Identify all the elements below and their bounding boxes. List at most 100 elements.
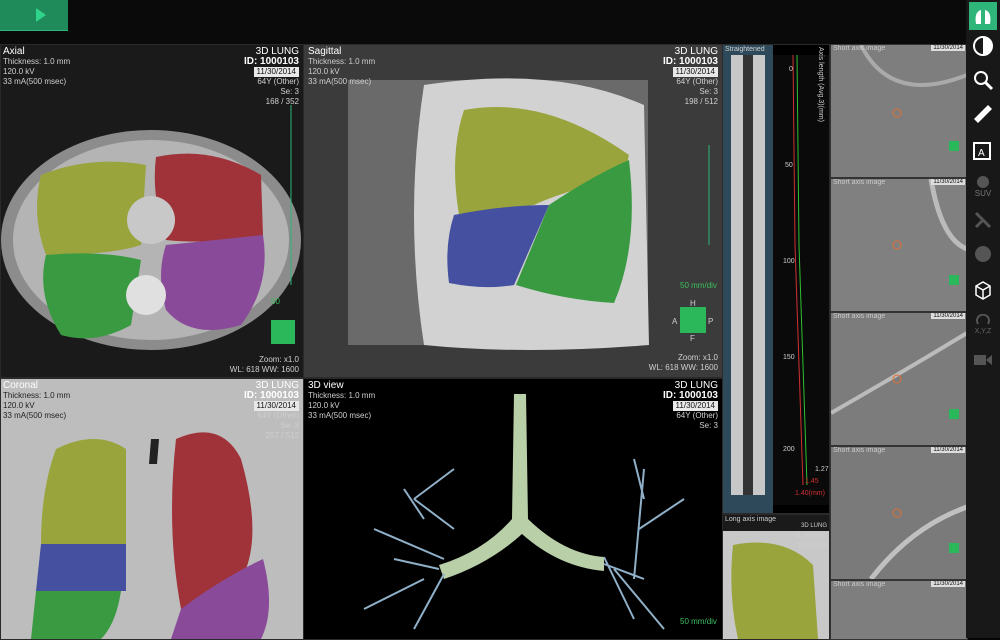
long-axis-study-info: 3D LUNG ID: 1000103 11/30/2014: [794, 521, 827, 551]
sagittal-footer: Zoom: x1.0 WL: 618 WW: 1600: [649, 353, 718, 373]
coronal-kv: 120.0 kV: [3, 401, 35, 410]
sagittal-orient-a: A: [672, 317, 678, 326]
suv-button[interactable]: SUV: [969, 172, 997, 200]
top-bar: [0, 0, 966, 44]
long-axis-viewport[interactable]: Long axis image 3D LUNG ID: 1000103 11/3…: [722, 514, 830, 640]
axis-tick-150: 150: [783, 354, 795, 361]
axial-viewport[interactable]: Axial Thickness: 1.0 mm 120.0 kV 33 mA(5…: [0, 44, 304, 378]
long-axis-study: 3D LUNG: [800, 523, 827, 529]
short-axis-date: 11/30/2014: [931, 179, 965, 185]
orientation-marker-icon: [949, 409, 959, 419]
axial-ma: 33 mA(500 msec): [3, 77, 67, 86]
sagittal-age: 64Y (Other): [676, 77, 718, 86]
coronal-ma: 33 mA(500 msec): [3, 411, 67, 420]
sagittal-date: 11/30/2014: [672, 67, 718, 77]
short-axis-date: 11/30/2014: [931, 447, 965, 453]
straightened-title: Straightened: [725, 46, 765, 53]
axial-kv: 120.0 kV: [3, 67, 35, 76]
sagittal-kv: 120.0 kV: [308, 67, 340, 76]
contrast-button[interactable]: [969, 32, 997, 60]
sagittal-title: Sagittal: [308, 46, 342, 57]
lung-tool-button[interactable]: [969, 2, 997, 30]
rotate-xyz-button[interactable]: X,Y,Z: [969, 310, 997, 338]
straightened-viewport[interactable]: Straightened Axis length (Avg.3)(mm) 0 5…: [722, 44, 830, 514]
sagittal-id: ID: 1000103: [662, 56, 718, 67]
value-1: 1.27: [815, 466, 829, 473]
long-axis-date: 11/30/2014: [797, 543, 827, 549]
sagittal-orient-h: H: [690, 299, 696, 308]
3d-scale: 50 mm/div: [680, 617, 717, 627]
blob-icon: [975, 246, 991, 262]
3d-se: Se: 3: [699, 421, 718, 430]
3d-scale-unit: mm/div: [691, 617, 717, 626]
3d-date: 11/30/2014: [672, 401, 718, 411]
coronal-viewport[interactable]: Coronal Thickness: 1.0 mm 120.0 kV 33 mA…: [0, 378, 304, 640]
short-axis-thumb[interactable]: Short axis image 11/30/2014: [830, 446, 968, 580]
sagittal-slice: 198 / 512: [684, 97, 718, 106]
3d-viewport[interactable]: 3D view Thickness: 1.0 mm 120.0 kV 33 mA…: [303, 378, 723, 640]
coronal-title: Coronal: [3, 380, 39, 391]
short-axis-thumb[interactable]: Short axis image 11/30/2014: [830, 580, 968, 640]
sagittal-ma: 33 mA(500 msec): [308, 77, 372, 86]
short-axis-thumb[interactable]: Short axis image 11/30/2014: [830, 44, 968, 178]
axial-wlww: WL: 618 WW: 1600: [229, 365, 299, 374]
3d-ma: 33 mA(500 msec): [308, 411, 372, 420]
video-icon: [974, 355, 992, 365]
axial-study-info: 3D LUNG ID: 1000103 11/30/2014 64Y (Othe…: [244, 47, 299, 107]
sagittal-scale-unit: mm/div: [691, 281, 717, 290]
back-button[interactable]: [0, 0, 68, 31]
axis-tick-50: 50: [785, 162, 793, 169]
sagittal-viewport[interactable]: Sagittal Thickness: 1.0 mm 120.0 kV 33 m…: [303, 44, 723, 378]
value-3: 1.40(mm): [795, 490, 825, 497]
short-axis-thumb[interactable]: Short axis image 11/30/2014: [830, 178, 968, 312]
blob-button[interactable]: [969, 240, 997, 268]
sagittal-orient-p: P: [708, 317, 714, 326]
axis-tick-100: 100: [783, 258, 795, 265]
lung-icon: [975, 10, 991, 24]
svg-text:A: A: [978, 148, 985, 159]
3d-id: ID: 1000103: [662, 390, 718, 401]
orientation-marker-icon: [949, 543, 959, 553]
axial-title: Axial: [3, 46, 25, 57]
sagittal-se: Se: 3: [699, 87, 718, 96]
suv-icon: [977, 175, 989, 188]
short-axis-date: 11/30/2014: [931, 581, 965, 587]
coronal-thickness: Thickness: 1.0 mm: [3, 391, 71, 400]
3d-scale-value: 50: [680, 617, 689, 626]
short-axis-thumb[interactable]: Short axis image 11/30/2014: [830, 312, 968, 446]
axial-slice: 168 / 352: [265, 97, 299, 106]
sagittal-zoom: Zoom: x1.0: [677, 353, 718, 362]
video-button[interactable]: [969, 346, 997, 374]
ruler-icon: [974, 105, 992, 123]
axial-thickness: Thickness: 1.0 mm: [3, 57, 71, 66]
short-axis-label: Short axis image: [833, 313, 886, 320]
orientation-marker-icon: [949, 275, 959, 285]
long-axis-id: ID: 1000103: [794, 533, 827, 539]
ruler-button[interactable]: [969, 100, 997, 128]
cube-button[interactable]: [969, 276, 997, 304]
straightened-image: [723, 45, 829, 513]
axial-se: Se: 3: [280, 87, 299, 96]
sagittal-image: [304, 45, 722, 377]
short-axis-label: Short axis image: [833, 45, 886, 52]
suv-label: SUV: [974, 188, 992, 198]
value-2: 1.45: [805, 478, 819, 485]
arrow-icon: [36, 8, 46, 22]
3d-age: 64Y (Other): [676, 411, 718, 420]
sagittal-scale: 50 mm/div: [680, 281, 717, 291]
coronal-age: 64Y (Other): [257, 411, 299, 420]
coronal-id: ID: 1000103: [243, 390, 299, 401]
contrast-icon: [973, 36, 993, 56]
short-axis-label: Short axis image: [833, 581, 886, 588]
zoom-icon: [974, 71, 994, 91]
annotation-button[interactable]: A: [969, 136, 997, 164]
tool-button[interactable]: [969, 206, 997, 234]
axial-info: Axial Thickness: 1.0 mm 120.0 kV 33 mA(5…: [3, 47, 70, 87]
short-axis-label: Short axis image: [833, 179, 886, 186]
cube-icon: [975, 281, 991, 300]
zoom-button[interactable]: [969, 66, 997, 94]
short-axis-date: 11/30/2014: [931, 45, 965, 51]
coronal-info: Coronal Thickness: 1.0 mm 120.0 kV 33 mA…: [3, 381, 70, 421]
sagittal-scale-value: 50: [680, 281, 689, 290]
sagittal-study-info: 3D LUNG ID: 1000103 11/30/2014 64Y (Othe…: [663, 47, 718, 107]
